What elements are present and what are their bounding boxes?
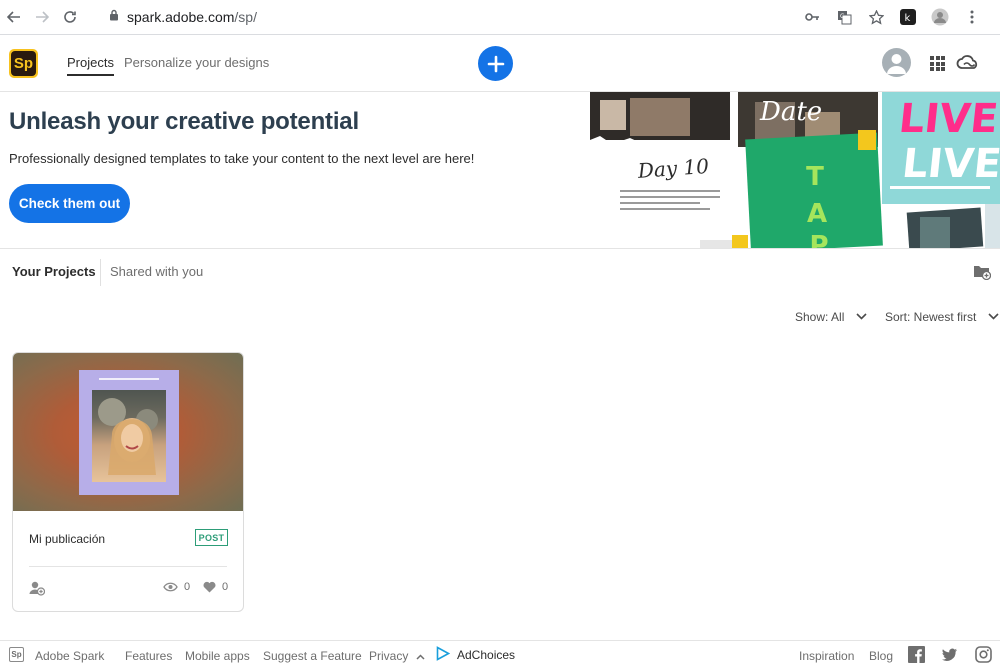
- instagram-icon[interactable]: [975, 646, 992, 663]
- sort-filter-dropdown[interactable]: Sort: Newest first: [885, 310, 999, 324]
- share-user-icon[interactable]: [29, 580, 46, 596]
- profile-icon[interactable]: [930, 7, 950, 27]
- template-collage: Day 10 Date T A P LIVE LIVE: [590, 92, 1000, 249]
- tab-divider: [100, 259, 101, 286]
- views-count: 0: [163, 581, 190, 593]
- url-host: spark.adobe.com: [127, 9, 235, 25]
- heart-icon: [203, 581, 216, 593]
- forward-icon[interactable]: [31, 6, 53, 28]
- footer-link-blog[interactable]: Blog: [869, 649, 893, 663]
- project-type-badge: POST: [195, 529, 228, 546]
- eye-icon: [163, 582, 178, 592]
- card-divider: [29, 566, 227, 567]
- likes-value: 0: [222, 581, 229, 593]
- url-path: /sp/: [234, 9, 257, 25]
- hero-subtitle: Professionally designed templates to tak…: [9, 151, 475, 166]
- twitter-icon[interactable]: [941, 646, 958, 663]
- footer-link-inspiration[interactable]: Inspiration: [799, 649, 854, 663]
- footer-spark-logo: Sp: [9, 647, 24, 662]
- collage-live-text: LIVE: [897, 96, 1000, 142]
- url-text: spark.adobe.com/sp/: [127, 9, 257, 25]
- tab-your-projects[interactable]: Your Projects: [12, 264, 96, 279]
- sort-filter-label: Sort: Newest first: [885, 310, 977, 324]
- tab-shared-with-you[interactable]: Shared with you: [110, 264, 203, 279]
- star-icon[interactable]: [866, 7, 886, 27]
- hero-banner: Unleash your creative potential Professi…: [0, 92, 1000, 249]
- svg-text:A: A: [807, 199, 827, 229]
- chevron-down-icon: [856, 312, 867, 323]
- plus-icon: [487, 55, 504, 72]
- lock-icon: [109, 8, 119, 26]
- svg-text:Date: Date: [759, 97, 822, 127]
- user-avatar[interactable]: [882, 48, 911, 77]
- footer-link-features[interactable]: Features: [125, 649, 172, 663]
- spark-logo[interactable]: Sp: [9, 49, 38, 78]
- reload-icon[interactable]: [59, 6, 81, 28]
- show-filter-label: Show: All: [795, 310, 845, 324]
- facebook-icon[interactable]: [908, 646, 925, 663]
- footer-link-privacy[interactable]: Privacy: [369, 649, 425, 663]
- footer-link-adobe-spark[interactable]: Adobe Spark: [35, 649, 104, 663]
- show-filter-dropdown[interactable]: Show: All: [795, 310, 867, 324]
- adchoices-icon[interactable]: [436, 646, 453, 663]
- svg-text:P: P: [809, 231, 828, 249]
- svg-text:k: k: [905, 13, 911, 24]
- project-title: Mi publicación: [29, 532, 106, 546]
- chevron-down-icon: [988, 312, 999, 323]
- tab-personalize-designs[interactable]: Personalize your designs: [124, 55, 269, 70]
- footer-link-suggest-feature[interactable]: Suggest a Feature: [263, 649, 362, 663]
- key-icon[interactable]: [802, 7, 822, 27]
- poster-preview: [79, 370, 179, 495]
- project-card[interactable]: Mi publicación POST 0 0: [12, 352, 244, 612]
- chevron-up-icon: [416, 654, 425, 660]
- translate-icon[interactable]: G: [834, 7, 854, 27]
- back-icon[interactable]: [3, 6, 25, 28]
- tab-projects[interactable]: Projects: [67, 55, 114, 76]
- collage-day-text: Day 10: [636, 154, 710, 183]
- hero-title: Unleash your creative potential: [9, 108, 359, 135]
- footer-link-mobile-apps[interactable]: Mobile apps: [185, 649, 250, 663]
- poster-photo: [92, 390, 166, 482]
- check-them-out-button[interactable]: Check them out: [9, 184, 130, 223]
- new-folder-icon[interactable]: [973, 264, 992, 281]
- address-bar[interactable]: spark.adobe.com/sp/: [109, 8, 257, 26]
- browser-toolbar: spark.adobe.com/sp/ G k: [0, 0, 1000, 35]
- svg-text:LIVE: LIVE: [900, 141, 1000, 187]
- privacy-label: Privacy: [369, 649, 409, 663]
- menu-icon[interactable]: [962, 7, 982, 27]
- app-switcher-icon[interactable]: [930, 56, 945, 71]
- svg-text:T: T: [806, 162, 824, 192]
- svg-text:G: G: [840, 13, 845, 20]
- views-value: 0: [184, 581, 191, 593]
- likes-count: 0: [203, 581, 228, 593]
- app-header: Sp Projects Personalize your designs: [0, 35, 1000, 92]
- footer: Sp Adobe Spark Features Mobile apps Sugg…: [0, 640, 1000, 667]
- footer-link-adchoices[interactable]: AdChoices: [457, 648, 515, 662]
- spark-logo-text: Sp: [11, 51, 36, 76]
- extension-icon[interactable]: k: [898, 7, 918, 27]
- creative-cloud-icon[interactable]: [956, 53, 980, 73]
- create-project-button[interactable]: [478, 46, 513, 81]
- project-thumbnail[interactable]: [13, 353, 243, 511]
- project-tabs: Your Projects Shared with you: [0, 250, 1000, 294]
